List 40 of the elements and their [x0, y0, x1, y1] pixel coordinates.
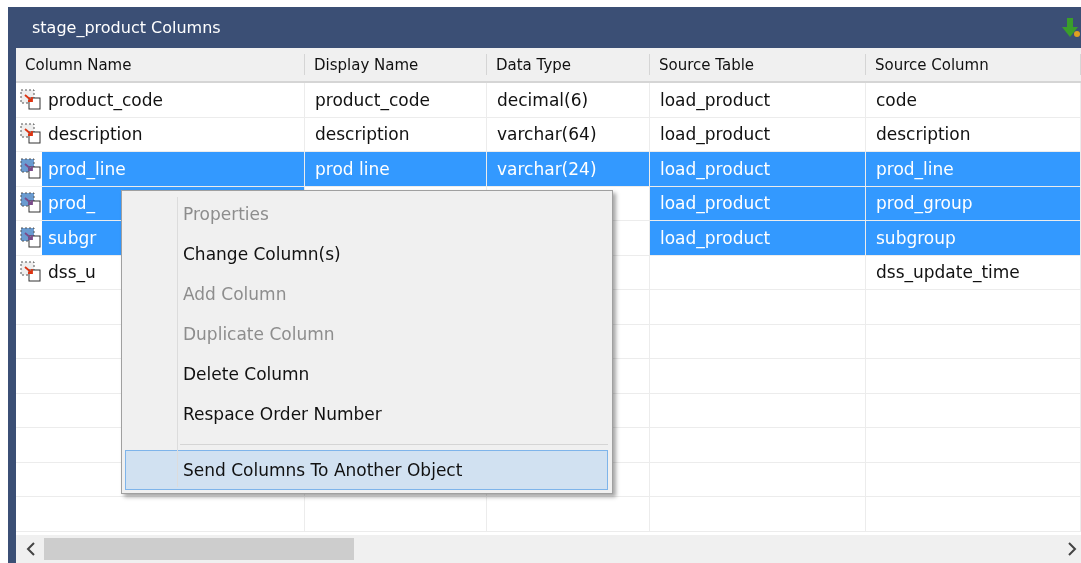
menu-item[interactable]: Send Columns To Another Object	[125, 450, 608, 490]
table-cell: description	[305, 117, 487, 151]
table-cell: code	[866, 83, 1081, 117]
window-title: stage_product Columns	[32, 18, 221, 37]
table-cell-text: product_code	[47, 88, 164, 113]
table-cell: load_product	[650, 83, 866, 117]
table-cell: description	[866, 117, 1081, 151]
column-header[interactable]: Column Name	[16, 54, 305, 75]
table-cell: prod_line	[42, 152, 304, 186]
table-cell-text: description	[47, 123, 144, 147]
table-cell: varchar(24)	[487, 152, 650, 186]
table-cell: load_product	[650, 221, 866, 255]
right-chevron-icon[interactable]	[1067, 542, 1077, 556]
column-mapping-icon	[20, 261, 42, 284]
table-cell: prod_group	[866, 186, 1081, 220]
column-mapping-icon	[20, 157, 42, 180]
table-cell: load_product	[650, 152, 866, 186]
table-cell: prod_line	[866, 152, 1081, 186]
column-header[interactable]: Data Type	[487, 54, 650, 75]
menu-item[interactable]: Delete Column	[125, 354, 608, 394]
scrollbar-thumb[interactable]	[44, 538, 354, 560]
table-cell: load_product	[650, 117, 866, 151]
left-chevron-icon[interactable]	[26, 542, 36, 556]
table-cell: load_product	[650, 186, 866, 220]
table-cell: varchar(64)	[487, 117, 650, 151]
down-arrow-icon	[1061, 16, 1081, 39]
column-mapping-icon	[20, 123, 42, 146]
table-cell: subgroup	[866, 221, 1081, 255]
horizontal-scrollbar[interactable]	[16, 535, 1081, 563]
column-mapping-icon	[20, 192, 42, 215]
table-cell: product_code	[305, 83, 487, 117]
column-mapping-icon	[20, 88, 42, 111]
table-cell: decimal(6)	[487, 83, 650, 117]
table-cell: dss_update_time	[866, 255, 1081, 289]
column-header[interactable]: Source Table	[650, 54, 866, 75]
menu-item[interactable]: Respace Order Number	[125, 394, 608, 434]
column-header[interactable]: Display Name	[305, 54, 487, 75]
table-cell: prod line	[305, 152, 487, 186]
column-mapping-icon	[20, 226, 42, 249]
column-header[interactable]: Source Column	[866, 54, 1081, 75]
